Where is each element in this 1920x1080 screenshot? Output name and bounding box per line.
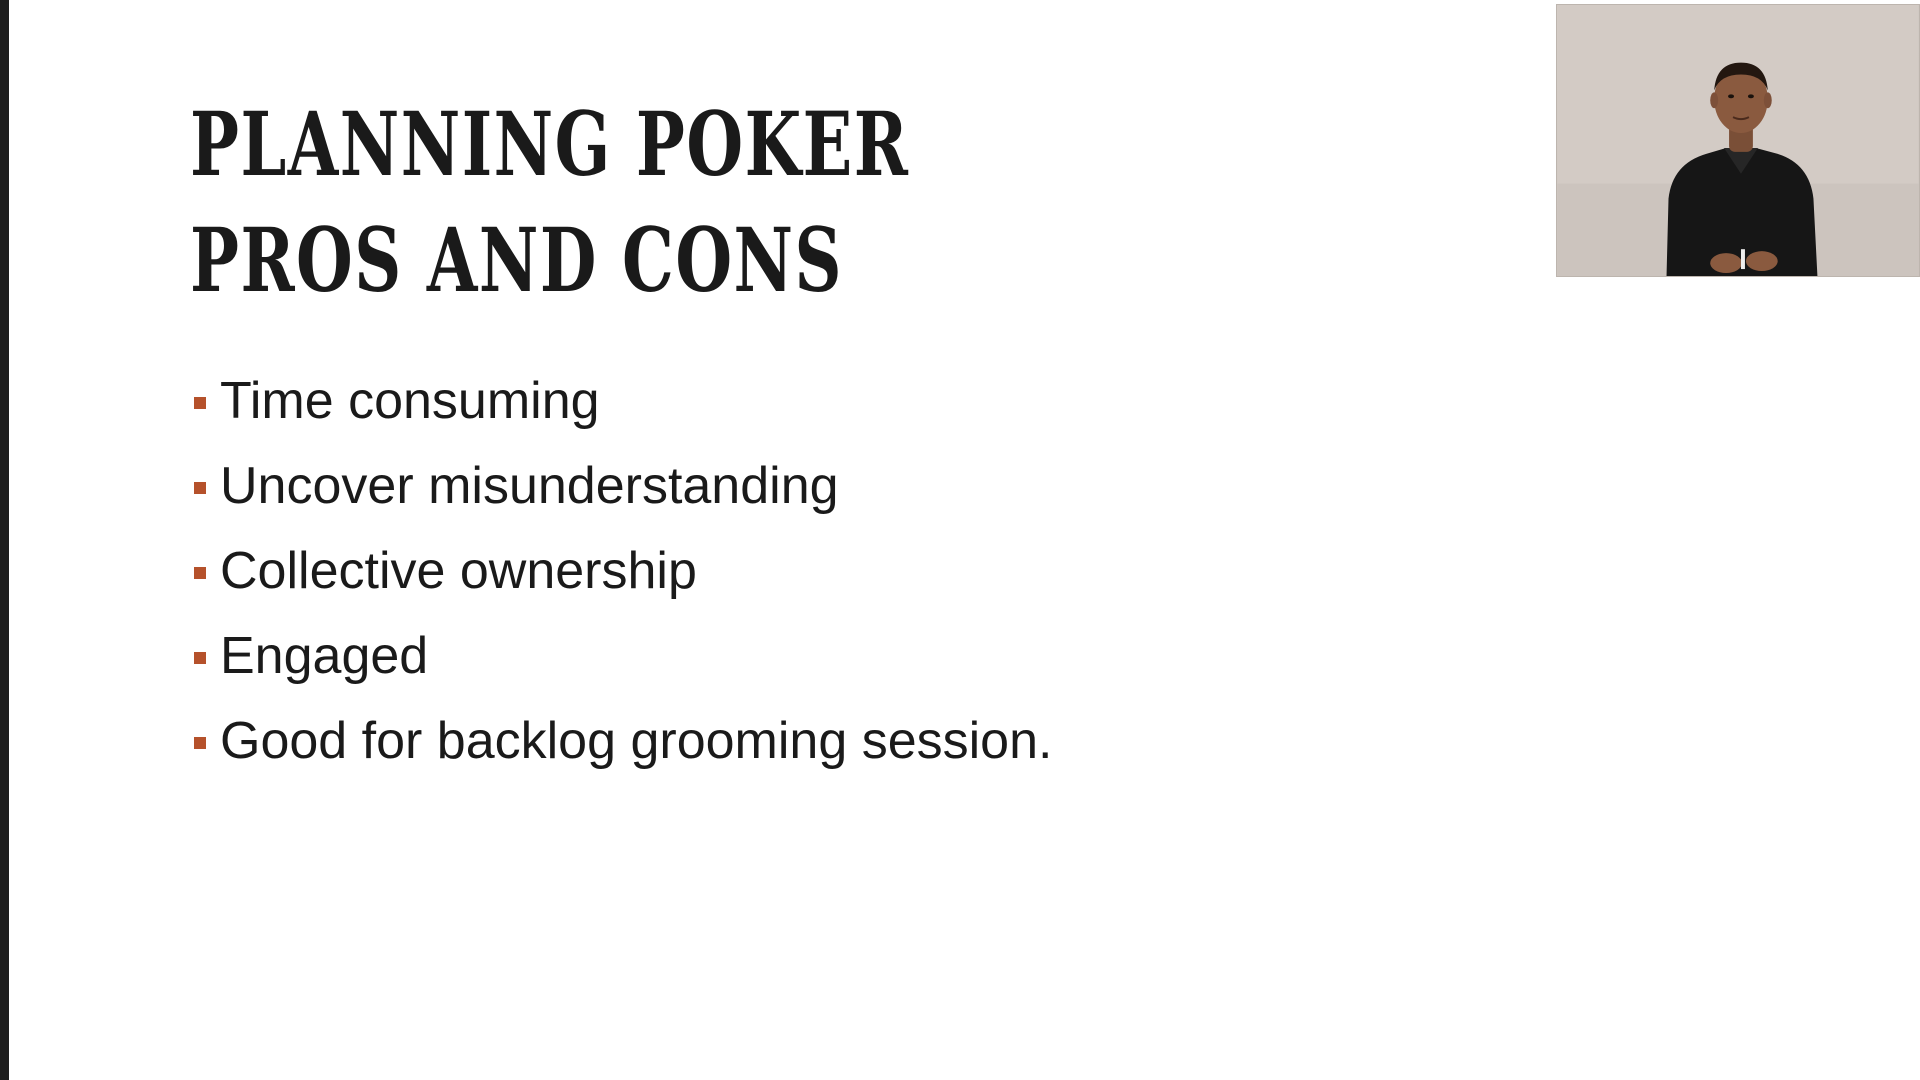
bullet-item: Engaged (194, 613, 1052, 698)
bullet-item: Time consuming (194, 358, 1052, 443)
bullet-item: Good for backlog grooming session. (194, 698, 1052, 783)
slide-title: PLANNING POKER PROS AND CONS (190, 86, 909, 318)
square-bullet-icon (194, 651, 206, 664)
square-bullet-icon (194, 566, 206, 579)
presenter-image (1557, 5, 1919, 276)
square-bullet-icon (194, 396, 206, 409)
bullet-text: Good for backlog grooming session. (220, 711, 1053, 770)
bullet-text: Uncover misunderstanding (220, 456, 839, 515)
bullet-item: Collective ownership (194, 528, 1052, 613)
slide-title-line: PROS AND CONS (190, 208, 844, 312)
presenter-webcam-overlay (1556, 4, 1920, 277)
window-edge (0, 0, 9, 1080)
bullet-text: Collective ownership (220, 541, 697, 600)
bullet-item: Uncover misunderstanding (194, 443, 1052, 528)
bullet-text: Time consuming (220, 371, 600, 430)
presentation-screen: PLANNING POKER PROS AND CONS Time consum… (0, 0, 1920, 1080)
square-bullet-icon (194, 736, 206, 749)
bullet-list: Time consuming Uncover misunderstanding … (194, 358, 1052, 783)
bullet-text: Engaged (220, 626, 429, 685)
slide-title-line: PLANNING POKER (190, 92, 910, 196)
square-bullet-icon (194, 481, 206, 494)
